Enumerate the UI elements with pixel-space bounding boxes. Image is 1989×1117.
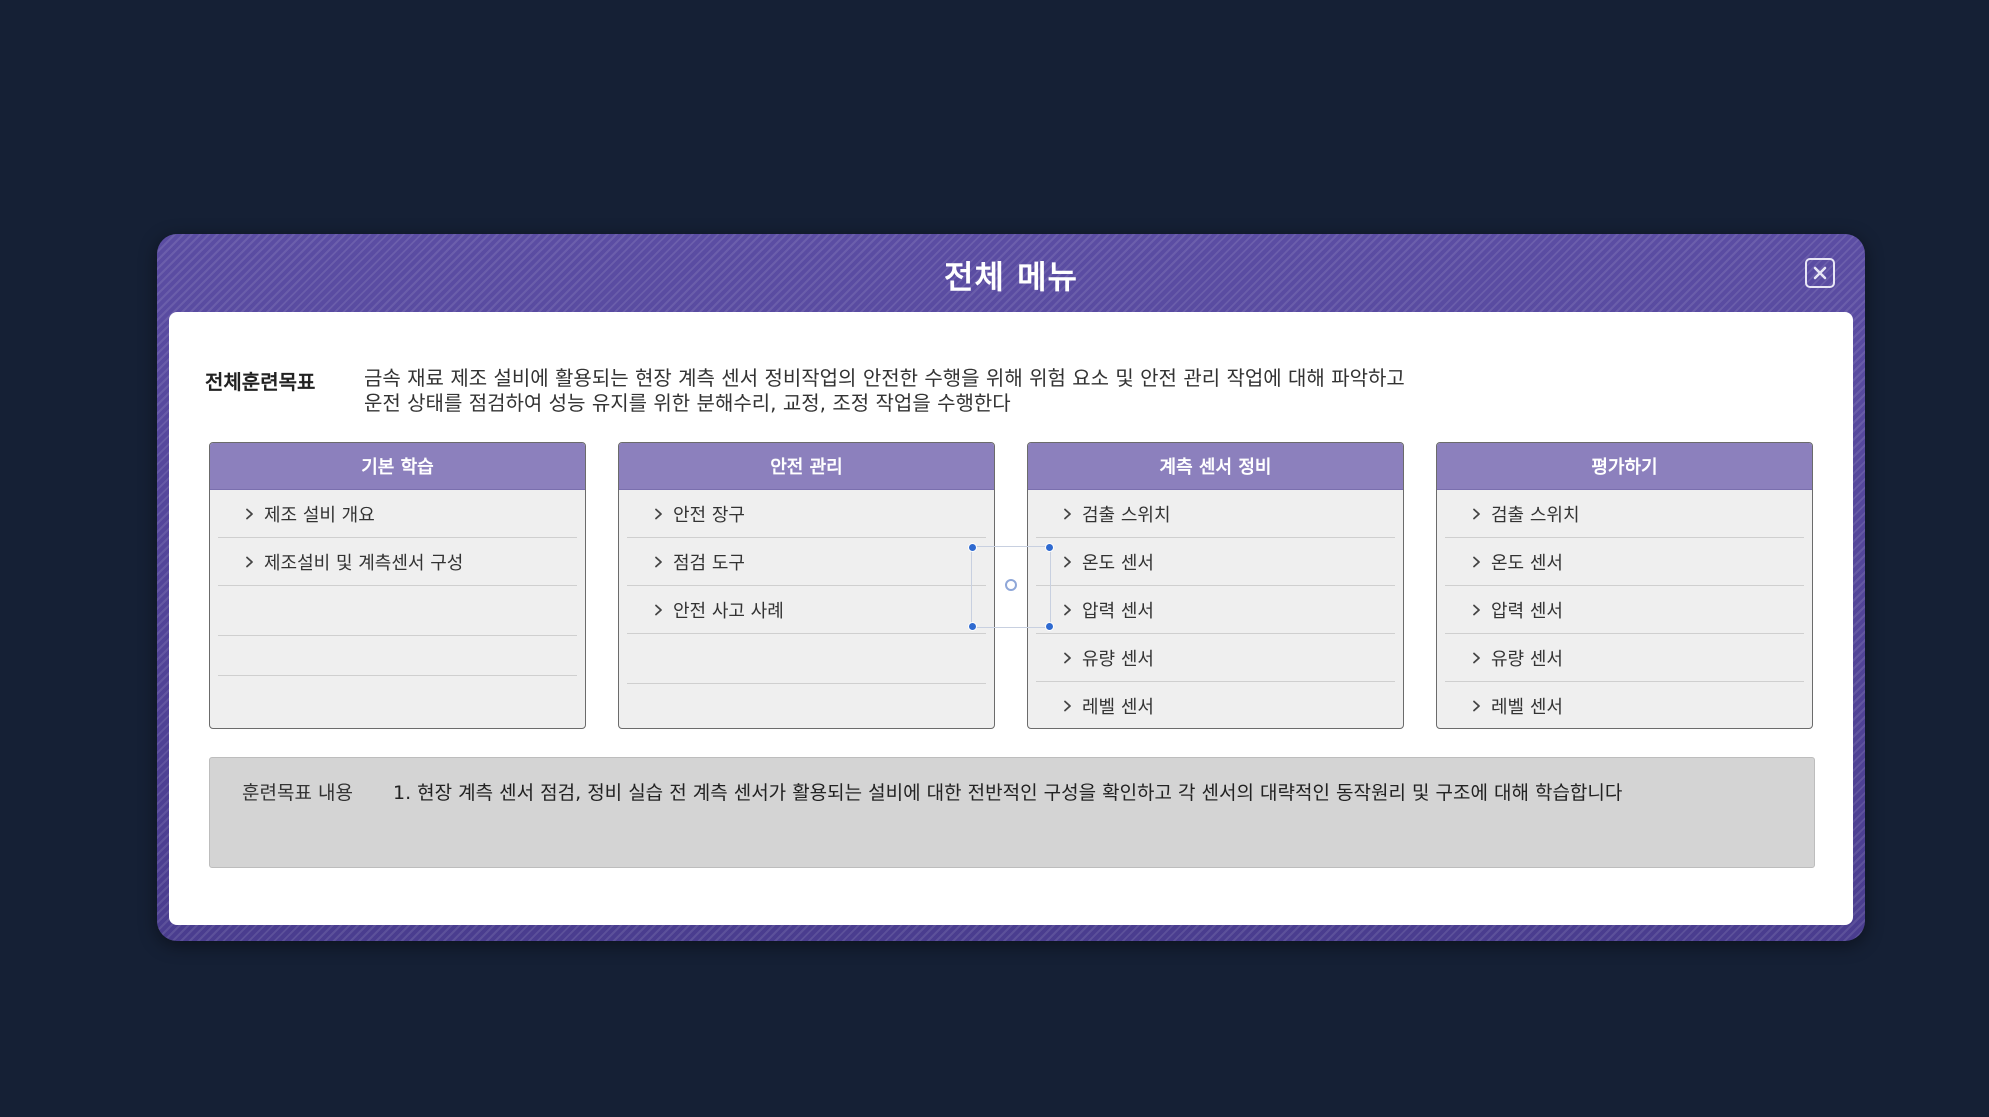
menu-item-label: 압력 센서: [1491, 600, 1563, 622]
menu-item-label: 안전 사고 사례: [673, 600, 784, 622]
menu-column-title[interactable]: 기본 학습: [210, 443, 585, 490]
menu-item[interactable]: 검출 스위치: [1445, 490, 1804, 538]
chevron-right-icon: [1062, 508, 1072, 519]
selection-handle[interactable]: [968, 622, 977, 631]
menu-item[interactable]: 안전 사고 사례: [627, 586, 986, 634]
goal-content-label: 훈련목표 내용: [242, 782, 353, 804]
empty-row: [627, 684, 986, 724]
chevron-right-icon: [1471, 700, 1481, 712]
menu-column: 평가하기검출 스위치온도 센서압력 센서유량 센서레벨 센서: [1436, 442, 1813, 729]
goal-content-text: 1. 현장 계측 센서 점검, 정비 실습 전 계측 센서가 활용되는 설비에 …: [393, 782, 1623, 804]
menu-item[interactable]: 압력 센서: [1036, 586, 1395, 634]
menu-item-list: 검출 스위치온도 센서압력 센서유량 센서레벨 센서: [1028, 490, 1403, 728]
menu-item-label: 검출 스위치: [1491, 504, 1580, 526]
menu-column: 계측 센서 정비검출 스위치온도 센서압력 센서유량 센서레벨 센서: [1027, 442, 1404, 729]
close-icon: [1813, 266, 1827, 280]
menu-item-label: 레벨 센서: [1491, 697, 1563, 718]
menu-item-label: 제조설비 및 계측센서 구성: [264, 552, 464, 574]
menu-item-label: 레벨 센서: [1082, 697, 1154, 718]
selection-handle[interactable]: [1045, 543, 1054, 552]
chevron-right-icon: [1062, 700, 1072, 712]
menu-item[interactable]: 온도 센서: [1036, 538, 1395, 586]
overall-goal-line-1: 금속 재료 제조 설비에 활용되는 현장 계측 센서 정비작업의 안전한 수행을…: [364, 366, 1405, 390]
menu-item-label: 안전 장구: [673, 504, 745, 526]
chevron-right-icon: [1062, 604, 1072, 615]
menu-item-label: 유량 센서: [1491, 648, 1563, 670]
menu-item-list: 제조 설비 개요제조설비 및 계측센서 구성: [210, 490, 585, 716]
menu-item[interactable]: 안전 장구: [627, 490, 986, 538]
menu-item[interactable]: 온도 센서: [1445, 538, 1804, 586]
selection-handles[interactable]: [968, 543, 1054, 631]
chevron-right-icon: [1471, 508, 1481, 519]
menu-item-label: 점검 도구: [673, 552, 745, 574]
overall-goal-line-2: 운전 상태를 점검하여 성능 유지를 위한 분해수리, 교정, 조정 작업을 수…: [364, 391, 1011, 415]
menu-column-title[interactable]: 평가하기: [1437, 443, 1812, 490]
menu-item[interactable]: 레벨 센서: [1036, 682, 1395, 728]
rotate-handle[interactable]: [1005, 579, 1017, 591]
menu-item-list: 안전 장구점검 도구안전 사고 사례: [619, 490, 994, 724]
chevron-right-icon: [1471, 556, 1481, 567]
empty-row: [218, 586, 577, 636]
menu-item-label: 제조 설비 개요: [264, 504, 375, 526]
overall-goal-text: 금속 재료 제조 설비에 활용되는 현장 계측 센서 정비작업의 안전한 수행을…: [364, 366, 1664, 416]
chevron-right-icon: [653, 556, 663, 567]
menu-item-list: 검출 스위치온도 센서압력 센서유량 센서레벨 센서: [1437, 490, 1812, 728]
menu-item-label: 온도 센서: [1082, 552, 1154, 574]
chevron-right-icon: [1062, 556, 1072, 567]
selection-handle[interactable]: [1045, 622, 1054, 631]
menu-column-title[interactable]: 안전 관리: [619, 443, 994, 490]
close-button[interactable]: [1805, 258, 1835, 288]
chevron-right-icon: [244, 508, 254, 519]
menu-item[interactable]: 점검 도구: [627, 538, 986, 586]
overall-goal-label: 전체훈련목표: [205, 370, 316, 394]
menu-item[interactable]: 검출 스위치: [1036, 490, 1395, 538]
chevron-right-icon: [1062, 652, 1072, 663]
empty-row: [218, 676, 577, 716]
menu-item[interactable]: 유량 센서: [1445, 634, 1804, 682]
menu-column: 안전 관리안전 장구점검 도구안전 사고 사례: [618, 442, 995, 729]
menu-item-label: 유량 센서: [1082, 648, 1154, 670]
goal-content-box: 훈련목표 내용 1. 현장 계측 센서 점검, 정비 실습 전 계측 센서가 활…: [209, 757, 1815, 868]
menu-item[interactable]: 제조 설비 개요: [218, 490, 577, 538]
chevron-right-icon: [1471, 604, 1481, 615]
menu-item[interactable]: 제조설비 및 계측센서 구성: [218, 538, 577, 586]
empty-row: [627, 634, 986, 684]
chevron-right-icon: [244, 556, 254, 567]
modal-header: 전체 메뉴: [157, 234, 1865, 312]
empty-row: [218, 636, 577, 676]
selection-handle[interactable]: [968, 543, 977, 552]
menu-item-label: 압력 센서: [1082, 600, 1154, 622]
chevron-right-icon: [653, 508, 663, 519]
chevron-right-icon: [653, 604, 663, 615]
chevron-right-icon: [1471, 652, 1481, 663]
modal-title: 전체 메뉴: [944, 258, 1078, 296]
menu-item-label: 온도 센서: [1491, 552, 1563, 574]
menu-item[interactable]: 유량 센서: [1036, 634, 1395, 682]
menu-item[interactable]: 압력 센서: [1445, 586, 1804, 634]
menu-column: 기본 학습제조 설비 개요제조설비 및 계측센서 구성: [209, 442, 586, 729]
menu-item-label: 검출 스위치: [1082, 504, 1171, 526]
menu-item[interactable]: 레벨 센서: [1445, 682, 1804, 728]
menu-column-title[interactable]: 계측 센서 정비: [1028, 443, 1403, 490]
